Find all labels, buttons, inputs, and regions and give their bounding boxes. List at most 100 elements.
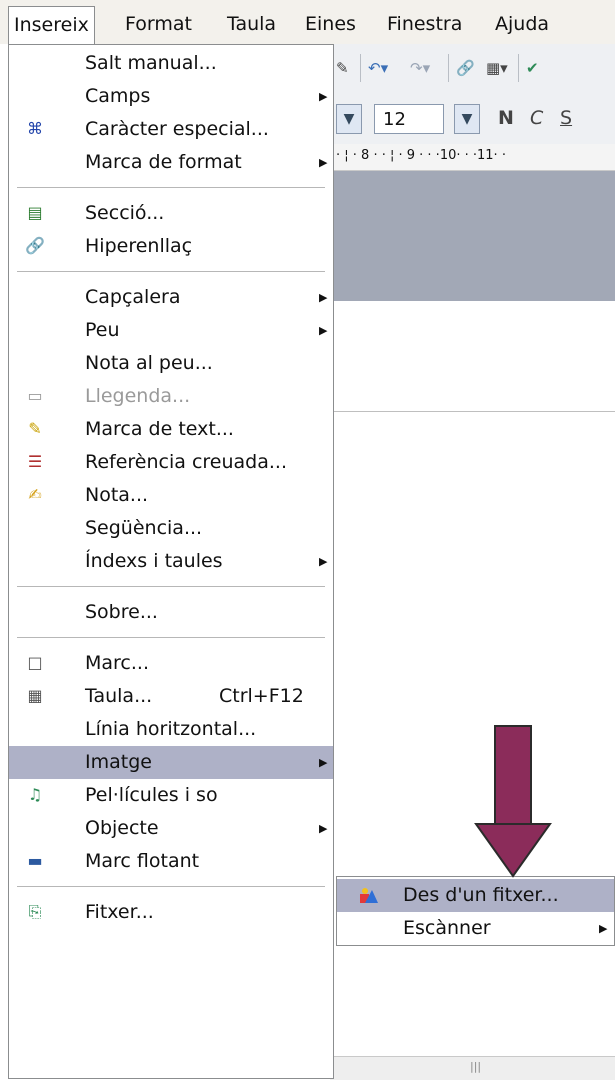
menu-item-label: Sobre... xyxy=(85,601,158,623)
menu-item-hiperenllac[interactable]: 🔗 Hiperenllaç xyxy=(9,230,333,263)
menu-item-camps[interactable]: Camps ▶ xyxy=(9,80,333,113)
menubar-label: Taula xyxy=(227,13,277,35)
menu-item-nota[interactable]: ✍ Nota... xyxy=(9,479,333,512)
menu-item-label: Marca de format xyxy=(85,151,242,173)
menu-item-peu[interactable]: Peu ▶ xyxy=(9,314,333,347)
horizontal-ruler: · ¦ · 8 · · ¦ · 9 · · ·10· · ·11· · xyxy=(330,144,615,171)
menu-item-label: Peu xyxy=(85,319,120,341)
menu-item-label: Imatge xyxy=(85,751,152,773)
menu-item-imatge[interactable]: Imatge ▶ xyxy=(9,746,333,779)
menu-item-sequencia[interactable]: Següència... xyxy=(9,512,333,545)
menubar-item-format[interactable]: Format xyxy=(120,10,197,38)
menu-item-label: Nota... xyxy=(85,484,149,506)
menu-item-label: Taula... xyxy=(85,685,153,707)
menu-item-label: Marc flotant xyxy=(85,850,200,872)
submenu-item-escanner[interactable]: Escànner ▶ xyxy=(337,912,614,945)
menu-item-label: Hiperenllaç xyxy=(85,235,193,257)
menu-item-salt-manual[interactable]: Salt manual... xyxy=(9,47,333,80)
menu-item-label: Capçalera xyxy=(85,286,181,308)
font-size-dropdown[interactable]: ▼ xyxy=(454,104,480,134)
bookmark-icon: ✎ xyxy=(28,419,42,438)
menu-divider xyxy=(17,187,325,188)
menu-item-capcalera[interactable]: Capçalera ▶ xyxy=(9,281,333,314)
menubar-item-taula[interactable]: Taula xyxy=(222,10,281,38)
menu-item-caracter-especial[interactable]: ⌘ Caràcter especial... xyxy=(9,113,333,146)
section-icon: ▤ xyxy=(27,203,43,222)
menu-item-label: Camps xyxy=(85,85,151,107)
menu-item-label: Següència... xyxy=(85,517,203,539)
menu-item-label: Fitxer... xyxy=(85,901,154,923)
menu-item-linia-horitzontal[interactable]: Línia horitzontal... xyxy=(9,713,333,746)
submenu-arrow-icon: ▶ xyxy=(319,90,328,103)
menu-item-llegenda[interactable]: ▭ Llegenda... xyxy=(9,380,333,413)
table-icon[interactable]: ▦▾ xyxy=(486,56,508,80)
underline-button[interactable]: S xyxy=(560,106,572,130)
paste-icon[interactable]: ✎ xyxy=(336,56,349,80)
submenu-item-label: Des d'un fitxer... xyxy=(403,884,559,906)
menubar-label: Ajuda xyxy=(495,13,550,35)
submenu-item-des-dun-fitxer[interactable]: Des d'un fitxer... xyxy=(337,879,614,912)
menu-item-label: Llegenda... xyxy=(85,385,191,407)
image-submenu: Des d'un fitxer... Escànner ▶ xyxy=(336,876,615,946)
menubar-item-ajuda[interactable]: Ajuda xyxy=(490,10,554,38)
menu-item-indexs-i-taules[interactable]: Índexs i taules ▶ xyxy=(9,545,333,578)
menu-item-nota-al-peu[interactable]: Nota al peu... xyxy=(9,347,333,380)
toolbar-separator xyxy=(360,54,361,82)
scroll-grip-icon[interactable]: ||| xyxy=(470,1060,481,1073)
menu-item-objecte[interactable]: Objecte ▶ xyxy=(9,812,333,845)
standard-toolbar: ✎ ↶▾ ↷▾ 🔗 ▦▾ ✔ xyxy=(330,44,615,95)
draw-icon[interactable]: ✔ xyxy=(526,56,539,80)
menu-item-taula[interactable]: ▦ Taula... Ctrl+F12 xyxy=(9,680,333,713)
menu-item-label: Salt manual... xyxy=(85,52,217,74)
floating-frame-icon: ▬ xyxy=(27,851,43,870)
menu-divider xyxy=(17,637,325,638)
from-file-image-icon xyxy=(360,888,378,903)
menubar-label: Insereix xyxy=(14,14,89,36)
menu-item-label: Línia horitzontal... xyxy=(85,718,257,740)
menu-item-marc-flotant[interactable]: ▬ Marc flotant xyxy=(9,845,333,878)
menu-item-seccio[interactable]: ▤ Secció... xyxy=(9,197,333,230)
menubar-item-eines[interactable]: Eines xyxy=(300,10,361,38)
menubar-label: Format xyxy=(125,13,192,35)
frame-icon: □ xyxy=(27,653,43,672)
formatting-toolbar: ▼ 12 ▼ N C S xyxy=(330,94,615,145)
table-icon: ▦ xyxy=(27,686,43,705)
menu-item-marc[interactable]: □ Marc... xyxy=(9,647,333,680)
toolbar-separator xyxy=(518,54,519,82)
status-bar: ||| xyxy=(330,1056,615,1080)
bold-button[interactable]: N xyxy=(498,106,514,130)
ruler-marks: · ¦ · 8 · · ¦ · 9 · · ·10· · ·11· · xyxy=(336,148,506,163)
menubar-item-insereix[interactable]: Insereix xyxy=(8,6,95,45)
menu-item-label: Referència creuada... xyxy=(85,451,287,473)
menu-item-marca-de-text[interactable]: ✎ Marca de text... xyxy=(9,413,333,446)
submenu-arrow-icon: ▶ xyxy=(319,822,328,835)
note-icon: ✍ xyxy=(28,485,42,504)
menu-item-pellicules-i-so[interactable]: ♫ Pel·lícules i so xyxy=(9,779,333,812)
menu-item-label: Caràcter especial... xyxy=(85,118,269,140)
italic-button[interactable]: C xyxy=(530,106,543,130)
font-name-dropdown[interactable]: ▼ xyxy=(336,104,362,134)
menu-item-shortcut: Ctrl+F12 xyxy=(219,685,304,707)
hyperlink-icon[interactable]: 🔗 xyxy=(456,56,475,80)
menu-divider xyxy=(17,586,325,587)
font-size-combo[interactable]: 12 xyxy=(374,104,444,134)
document-page[interactable] xyxy=(330,301,615,412)
menu-divider xyxy=(17,886,325,887)
special-char-icon: ⌘ xyxy=(27,119,43,138)
redo-icon[interactable]: ↷▾ xyxy=(410,56,430,80)
menu-item-label: Objecte xyxy=(85,817,159,839)
submenu-arrow-icon: ▶ xyxy=(319,291,328,304)
submenu-arrow-icon: ▶ xyxy=(319,555,328,568)
undo-icon[interactable]: ↶▾ xyxy=(368,56,388,80)
toolbar-separator xyxy=(448,54,449,82)
menubar-item-finestra[interactable]: Finestra xyxy=(382,10,467,38)
submenu-arrow-icon: ▶ xyxy=(319,156,328,169)
menu-item-label: Pel·lícules i so xyxy=(85,784,218,806)
menu-item-marca-de-format[interactable]: Marca de format ▶ xyxy=(9,146,333,179)
menu-item-referencia-creuada[interactable]: ☰ Referència creuada... xyxy=(9,446,333,479)
menu-item-sobre[interactable]: Sobre... xyxy=(9,596,333,629)
menubar-label: Finestra xyxy=(387,13,463,35)
menu-item-label: Nota al peu... xyxy=(85,352,213,374)
menu-item-label: Marc... xyxy=(85,652,149,674)
menu-item-fitxer[interactable]: ⎘ Fitxer... xyxy=(9,896,333,929)
